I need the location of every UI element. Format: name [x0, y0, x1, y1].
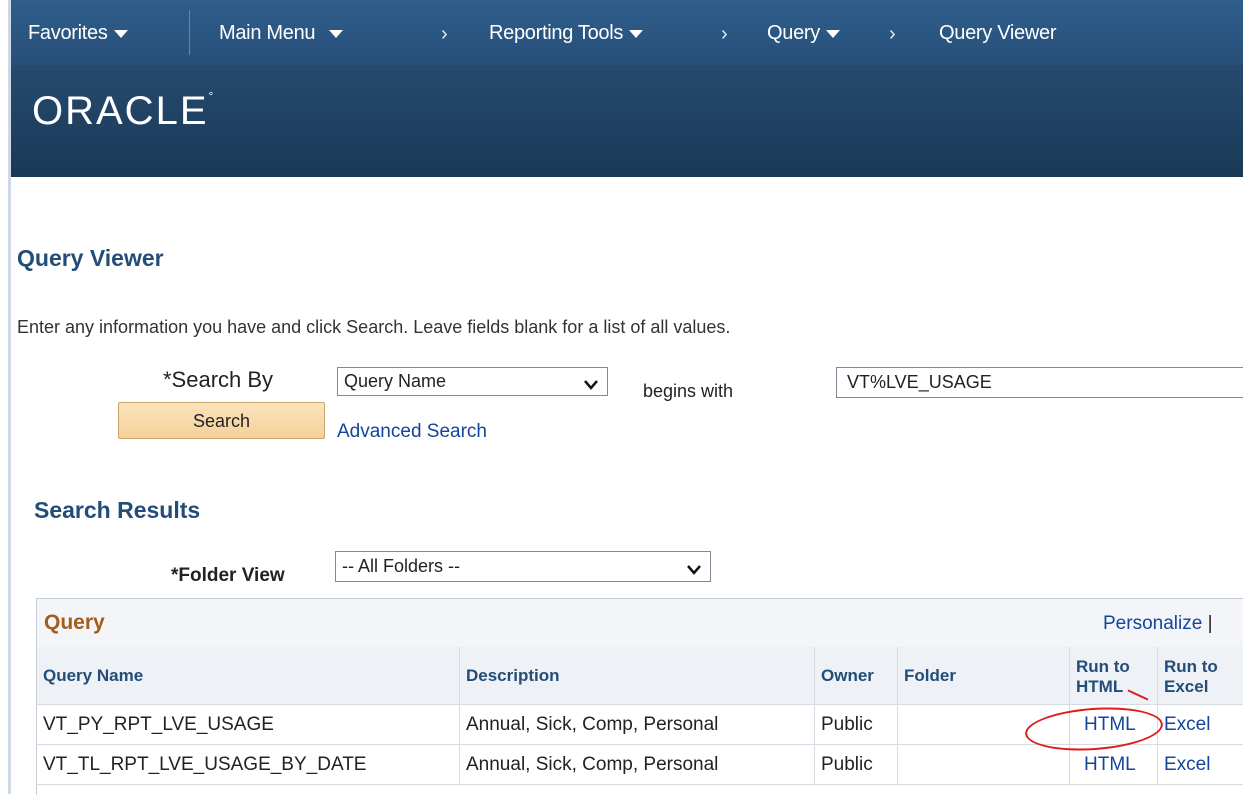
column-header-folder[interactable]: Folder: [898, 647, 1070, 705]
column-header-query-name[interactable]: Query Name: [37, 647, 460, 705]
table-row-2-run-html-link[interactable]: HTML: [1070, 745, 1158, 785]
breadcrumb-query-viewer[interactable]: Query Viewer: [939, 22, 1057, 45]
column-header-run-to-excel: Run to Excel: [1158, 647, 1243, 705]
search-value-input[interactable]: VT%LVE_USAGE: [836, 367, 1243, 398]
grid-title: Query: [44, 611, 105, 634]
branding-band: ORACLE°: [11, 65, 1243, 177]
page-left-border: [0, 0, 11, 794]
folder-view-label: *Folder View: [171, 565, 285, 586]
personalize-link[interactable]: Personalize |: [1103, 613, 1213, 635]
caret-down-icon: [329, 29, 344, 38]
table-row-2-query-name: VT_TL_RPT_LVE_USAGE_BY_DATE: [37, 745, 460, 785]
search-by-value: Query Name: [344, 371, 447, 391]
table-row-1-owner: Public: [815, 705, 898, 745]
chevron-right-icon: ›: [889, 23, 896, 45]
chevron-down-icon: [583, 373, 599, 400]
breadcrumb-reporting-tools[interactable]: Reporting Tools: [489, 22, 644, 45]
caret-down-icon: [113, 29, 128, 38]
favorites-label: Favorites: [28, 22, 108, 44]
search-by-label: *Search By: [163, 367, 274, 392]
favorites-menu[interactable]: Favorites: [28, 22, 128, 45]
top-nav-bar: Favorites Main Menu › Reporting Tools › …: [11, 0, 1243, 65]
table-row-1-query-name: VT_PY_RPT_LVE_USAGE: [37, 705, 460, 745]
table-row-2-run-excel-link[interactable]: Excel: [1158, 745, 1243, 785]
query-label: Query: [767, 22, 820, 44]
breadcrumb-query[interactable]: Query: [767, 22, 840, 45]
main-menu[interactable]: Main Menu: [219, 22, 344, 45]
instructions-text: Enter any information you have and click…: [17, 317, 731, 337]
table-row-1-description: Annual, Sick, Comp, Personal: [460, 705, 815, 745]
oracle-logo: ORACLE°: [32, 89, 216, 133]
operator-label: begins with: [643, 381, 734, 401]
grid-header-bar: Query Personalize |: [37, 599, 1243, 648]
search-results-title: Search Results: [34, 497, 201, 523]
table-row-2-owner: Public: [815, 745, 898, 785]
search-button[interactable]: Search: [118, 402, 325, 439]
table-row-2-description: Annual, Sick, Comp, Personal: [460, 745, 815, 785]
table-row-2-folder: [898, 745, 1070, 785]
search-by-select[interactable]: Query Name: [337, 367, 608, 396]
folder-view-value: -- All Folders --: [342, 556, 461, 576]
chevron-right-icon: ›: [441, 23, 448, 45]
nav-divider: [189, 10, 190, 55]
table-row-1-run-excel-link[interactable]: Excel: [1158, 705, 1243, 745]
chevron-right-icon: ›: [721, 23, 728, 45]
main-menu-label: Main Menu: [219, 22, 316, 44]
query-results-grid: Query Personalize | Query Name Descripti…: [36, 598, 1243, 795]
caret-down-icon: [825, 29, 840, 38]
caret-down-icon: [629, 29, 644, 38]
column-header-description[interactable]: Description: [460, 647, 815, 705]
advanced-search-link[interactable]: Advanced Search: [337, 421, 487, 443]
page-title: Query Viewer: [17, 245, 164, 271]
reporting-tools-label: Reporting Tools: [489, 22, 624, 44]
chevron-down-icon: [686, 557, 702, 586]
folder-view-select[interactable]: -- All Folders --: [335, 551, 711, 582]
column-header-owner[interactable]: Owner: [815, 647, 898, 705]
